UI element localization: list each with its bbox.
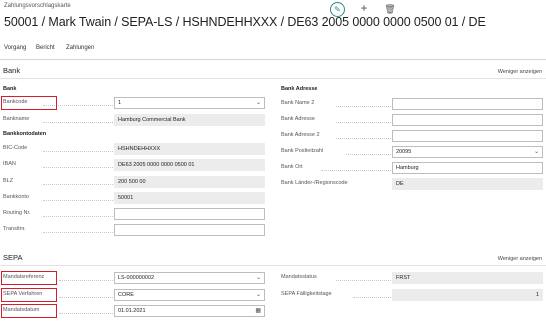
chevron-down-icon: ⌄ bbox=[533, 149, 539, 155]
chevron-down-icon: ⌄ bbox=[255, 275, 261, 281]
row-ort: Bank Ort Hamburg bbox=[281, 162, 543, 174]
bic-field: HSHNDEHHXXX bbox=[114, 143, 265, 155]
row-bankname: Bankname Hamburg Commercial Bank bbox=[3, 114, 265, 126]
highlight-sepa-verfahren bbox=[1, 288, 57, 302]
mandatsdatum-input[interactable]: 01.01.2021 ▦ bbox=[114, 305, 265, 317]
bankname-label: Bankname bbox=[3, 116, 30, 122]
group-bank: Bank bbox=[3, 86, 17, 92]
section-divider bbox=[0, 78, 546, 79]
name2-input[interactable] bbox=[392, 98, 543, 110]
show-less-sepa[interactable]: Weniger anzeigen bbox=[498, 256, 542, 262]
adresse2-input[interactable] bbox=[392, 130, 543, 142]
row-plz: Bank Postleitzahl 20095 ⌄ bbox=[281, 146, 543, 158]
trash-icon[interactable]: 🗑 bbox=[383, 2, 397, 16]
faelligkeitstage-label: SEPA Fälligkeitstage bbox=[281, 291, 332, 297]
highlight-bankcode bbox=[1, 96, 57, 110]
transit-input[interactable] bbox=[114, 224, 265, 236]
row-name2: Bank Name 2 bbox=[281, 98, 543, 110]
bankkonto-label: Bankkonto bbox=[3, 194, 29, 200]
mandatsstatus-field: FRST bbox=[392, 272, 543, 284]
row-blz: BLZ 200 500 00 bbox=[3, 176, 265, 188]
faelligkeitstage-field: 1 bbox=[392, 289, 543, 301]
bankkonto-field: 50001 bbox=[114, 192, 265, 204]
bankname-field: Hamburg Commercial Bank bbox=[114, 114, 265, 126]
row-bankkonto: Bankkonto 50001 bbox=[3, 192, 265, 204]
row-faelligkeitstage: SEPA Fälligkeitstage 1 bbox=[281, 289, 543, 301]
divider bbox=[0, 59, 546, 60]
mandatsreferenz-select[interactable]: LS-000000002 ⌄ bbox=[114, 272, 265, 284]
adresse-label: Bank Adresse bbox=[281, 116, 315, 122]
row-iban: IBAN DE63 2005 0000 0000 0500 01 bbox=[3, 159, 265, 171]
action-bar: Vorgang Bericht Zahlungen bbox=[0, 43, 546, 57]
name2-label: Bank Name 2 bbox=[281, 100, 315, 106]
ort-input[interactable]: Hamburg bbox=[392, 162, 543, 174]
row-mandatsstatus: Mandatsstatus FRST bbox=[281, 272, 543, 284]
show-less-bank[interactable]: Weniger anzeigen bbox=[498, 69, 542, 75]
row-bic: BIC-Code HSHNDEHHXXX bbox=[3, 143, 265, 155]
calendar-icon[interactable]: ▦ bbox=[255, 307, 261, 314]
plus-icon[interactable]: + bbox=[357, 1, 371, 15]
ort-label: Bank Ort bbox=[281, 164, 303, 170]
highlight-mandatsreferenz bbox=[1, 271, 57, 285]
action-bericht[interactable]: Bericht bbox=[36, 45, 55, 51]
pencil-icon[interactable]: ✎ bbox=[330, 2, 345, 17]
row-adresse: Bank Adresse bbox=[281, 114, 543, 126]
bic-label: BIC-Code bbox=[3, 145, 28, 151]
iban-field: DE63 2005 0000 0000 0500 01 bbox=[114, 159, 265, 171]
chevron-down-icon: ⌄ bbox=[255, 292, 261, 298]
page-title: 50001 / Mark Twain / SEPA-LS / HSHNDEHHX… bbox=[4, 15, 486, 29]
highlight-mandatsdatum bbox=[1, 304, 57, 318]
sepa-verfahren-select[interactable]: CORE ⌄ bbox=[114, 289, 265, 301]
blz-label: BLZ bbox=[3, 178, 14, 184]
section-divider bbox=[0, 265, 546, 266]
routing-label: Routing Nr. bbox=[3, 210, 31, 216]
routing-input[interactable] bbox=[114, 208, 265, 220]
row-transit: Transitnr. bbox=[3, 224, 265, 236]
bankcode-select[interactable]: 1 ⌄ bbox=[114, 97, 265, 109]
section-title-sepa: SEPA bbox=[3, 253, 23, 262]
transit-label: Transitnr. bbox=[3, 226, 26, 232]
adresse-input[interactable] bbox=[392, 114, 543, 126]
chevron-down-icon: ⌄ bbox=[255, 100, 261, 106]
row-routing: Routing Nr. bbox=[3, 208, 265, 220]
iban-label: IBAN bbox=[3, 161, 16, 167]
action-zahlungen[interactable]: Zahlungen bbox=[66, 45, 94, 51]
blz-field: 200 500 00 bbox=[114, 176, 265, 188]
page-header: Zahlungsvorschlagskarte 50001 / Mark Twa… bbox=[0, 0, 546, 42]
mandatsstatus-label: Mandatsstatus bbox=[281, 274, 317, 280]
row-land: Bank Länder-/Regionscode DE bbox=[281, 178, 543, 190]
plz-label: Bank Postleitzahl bbox=[281, 148, 324, 154]
row-adresse2: Bank Adresse 2 bbox=[281, 130, 543, 142]
plz-select[interactable]: 20095 ⌄ bbox=[392, 146, 543, 158]
land-field: DE bbox=[392, 178, 543, 190]
adresse2-label: Bank Adresse 2 bbox=[281, 132, 320, 138]
group-bankkontodaten: Bankkontodaten bbox=[3, 131, 47, 137]
land-label: Bank Länder-/Regionscode bbox=[281, 180, 348, 186]
section-title-bank: Bank bbox=[3, 66, 21, 75]
action-vorgang[interactable]: Vorgang bbox=[4, 45, 26, 51]
page-kind: Zahlungsvorschlagskarte bbox=[4, 3, 71, 9]
group-bank-adresse: Bank Adresse bbox=[281, 86, 318, 92]
